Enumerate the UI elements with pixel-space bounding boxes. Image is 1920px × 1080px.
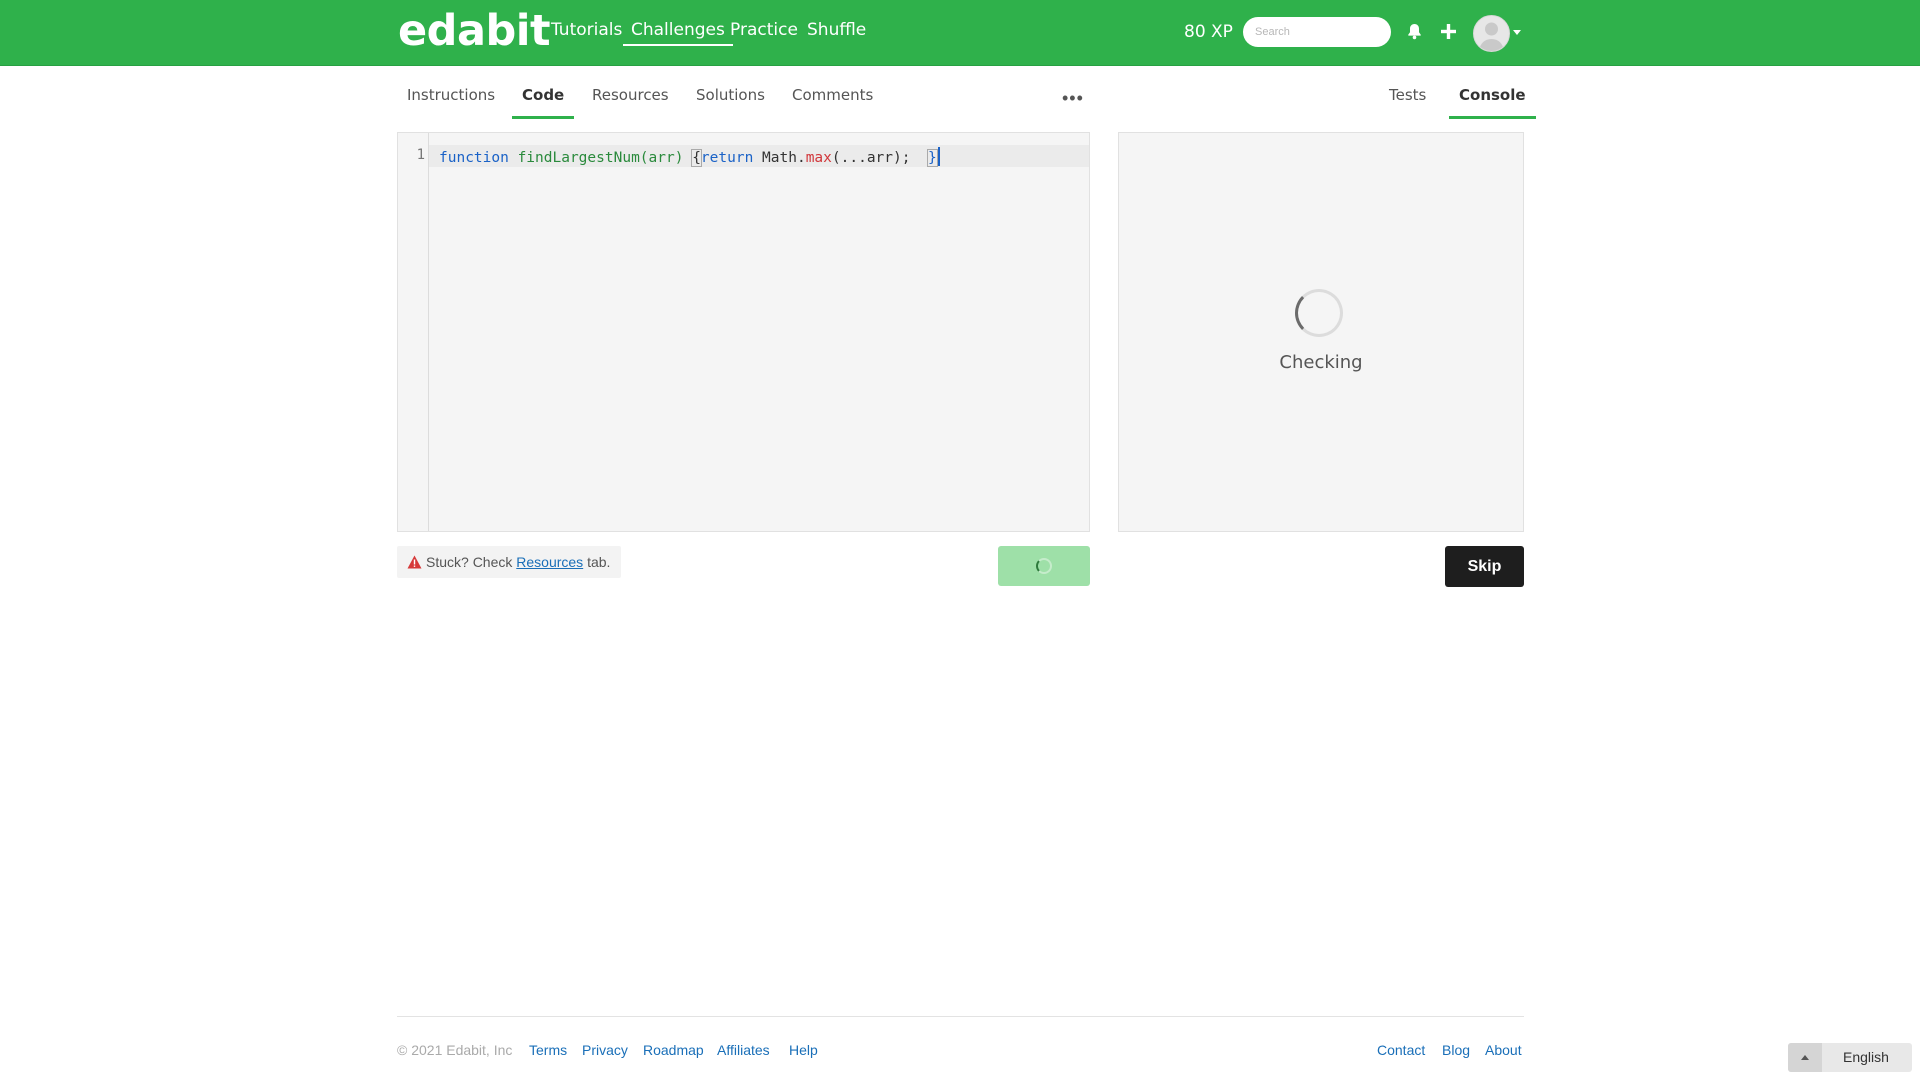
edabit-logo[interactable]: edabit	[398, 6, 551, 56]
skip-button[interactable]: Skip	[1445, 546, 1524, 587]
xp-counter: 80 XP	[1184, 22, 1233, 42]
code-params: (arr)	[639, 150, 684, 166]
code-math-object: Math.	[762, 150, 806, 166]
tab-console[interactable]: Console	[1449, 86, 1536, 119]
line-number-gutter: 1	[398, 133, 429, 531]
tab-code[interactable]: Code	[512, 86, 575, 119]
code-keyword: function	[439, 150, 509, 166]
tab-resources[interactable]: Resources	[582, 86, 679, 116]
footer-link-roadmap[interactable]: Roadmap	[643, 1042, 704, 1058]
tab-tests[interactable]: Tests	[1379, 86, 1436, 116]
avatar[interactable]	[1473, 15, 1510, 52]
code-function-name: findLargestNum	[517, 150, 640, 166]
loading-spinner-icon	[1295, 289, 1343, 337]
chevron-up-icon[interactable]	[1788, 1043, 1822, 1072]
text-cursor	[937, 147, 940, 166]
tab-solutions[interactable]: Solutions	[686, 86, 775, 116]
footer-link-privacy[interactable]: Privacy	[582, 1042, 628, 1058]
tab-comments[interactable]: Comments	[782, 86, 883, 116]
loading-spinner-icon	[1036, 558, 1052, 574]
top-navbar: edabit Tutorials Challenges Practice Shu…	[0, 0, 1920, 66]
copyright: © 2021 Edabit, Inc	[397, 1042, 513, 1058]
language-selector[interactable]: English	[1788, 1043, 1912, 1072]
code-keyword-return: return	[700, 150, 754, 166]
plus-icon[interactable]	[1441, 24, 1456, 44]
tab-instructions[interactable]: Instructions	[397, 86, 505, 116]
submit-button[interactable]	[998, 546, 1090, 586]
footer-link-about[interactable]: About	[1485, 1042, 1522, 1058]
footer-divider	[397, 1016, 1524, 1017]
footer-link-help[interactable]: Help	[789, 1042, 818, 1058]
footer-link-terms[interactable]: Terms	[529, 1042, 567, 1058]
chevron-down-icon[interactable]	[1513, 30, 1521, 35]
more-options-icon[interactable]: •••	[1062, 88, 1084, 109]
code-line[interactable]: function findLargestNum(arr) {return Mat…	[439, 147, 940, 167]
resources-link[interactable]: Resources	[516, 554, 583, 570]
warning-icon	[407, 555, 422, 572]
code-args: (...arr);	[831, 150, 911, 166]
nav-shuffle[interactable]: Shuffle	[807, 20, 866, 40]
search-input[interactable]	[1243, 17, 1391, 47]
code-open-brace: {	[691, 149, 702, 167]
footer-link-affiliates[interactable]: Affiliates	[717, 1042, 770, 1058]
footer-link-contact[interactable]: Contact	[1377, 1042, 1425, 1058]
stuck-hint: Stuck? Check Resources tab.	[397, 546, 621, 578]
footer-link-blog[interactable]: Blog	[1442, 1042, 1470, 1058]
language-label: English	[1843, 1049, 1889, 1065]
code-editor[interactable]: 1 function findLargestNum(arr) {return M…	[397, 132, 1090, 532]
hint-prefix: Stuck? Check	[426, 554, 513, 570]
bell-icon[interactable]	[1407, 23, 1422, 45]
line-number: 1	[416, 147, 425, 163]
nav-challenges[interactable]: Challenges	[623, 20, 733, 46]
hint-suffix: tab.	[587, 554, 611, 570]
nav-practice[interactable]: Practice	[730, 20, 798, 40]
console-status: Checking	[1279, 352, 1363, 373]
console-panel: Checking	[1118, 132, 1524, 532]
nav-tutorials[interactable]: Tutorials	[551, 20, 622, 40]
code-max-method: max	[805, 150, 832, 166]
code-close-brace: }	[926, 149, 938, 167]
